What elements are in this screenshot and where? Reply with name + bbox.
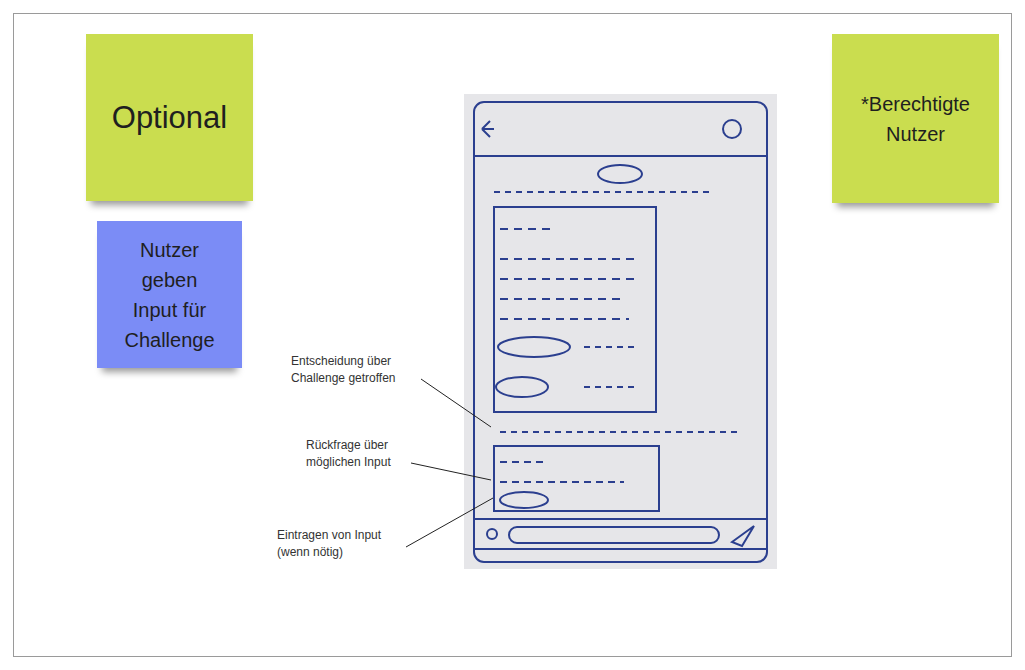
note-text: Input für — [133, 295, 206, 325]
annotation: Eintragen von Input(wenn nötig) — [277, 527, 381, 561]
annotation: Rückfrage übermöglichen Input — [306, 437, 391, 471]
page: OptionalNutzergebenInput fürChallenge*Be… — [0, 0, 1025, 670]
note-text: *Berechtigte — [861, 89, 970, 119]
note-text: Nutzer — [140, 235, 199, 265]
annotation: Entscheidung überChallenge getroffen — [291, 353, 396, 387]
annotation-text: (wenn nötig) — [277, 544, 381, 561]
phone-sketch-icon — [464, 94, 777, 569]
note-text: geben — [142, 265, 198, 295]
annotation-text: Entscheidung über — [291, 353, 396, 370]
sticky-note: NutzergebenInput fürChallenge — [97, 221, 242, 368]
sketch-photo — [464, 94, 777, 569]
note-text: Optional — [112, 99, 227, 136]
annotation-text: Challenge getroffen — [291, 370, 396, 387]
annotation-text: möglichen Input — [306, 454, 391, 471]
board: OptionalNutzergebenInput fürChallenge*Be… — [13, 13, 1012, 657]
note-text: Nutzer — [886, 119, 945, 149]
annotation-text: Eintragen von Input — [277, 527, 381, 544]
sticky-note: *BerechtigteNutzer — [832, 34, 999, 203]
note-text: Challenge — [124, 325, 214, 355]
sticky-note: Optional — [86, 34, 253, 201]
annotation-text: Rückfrage über — [306, 437, 391, 454]
connector-lines-icon — [14, 14, 1014, 658]
